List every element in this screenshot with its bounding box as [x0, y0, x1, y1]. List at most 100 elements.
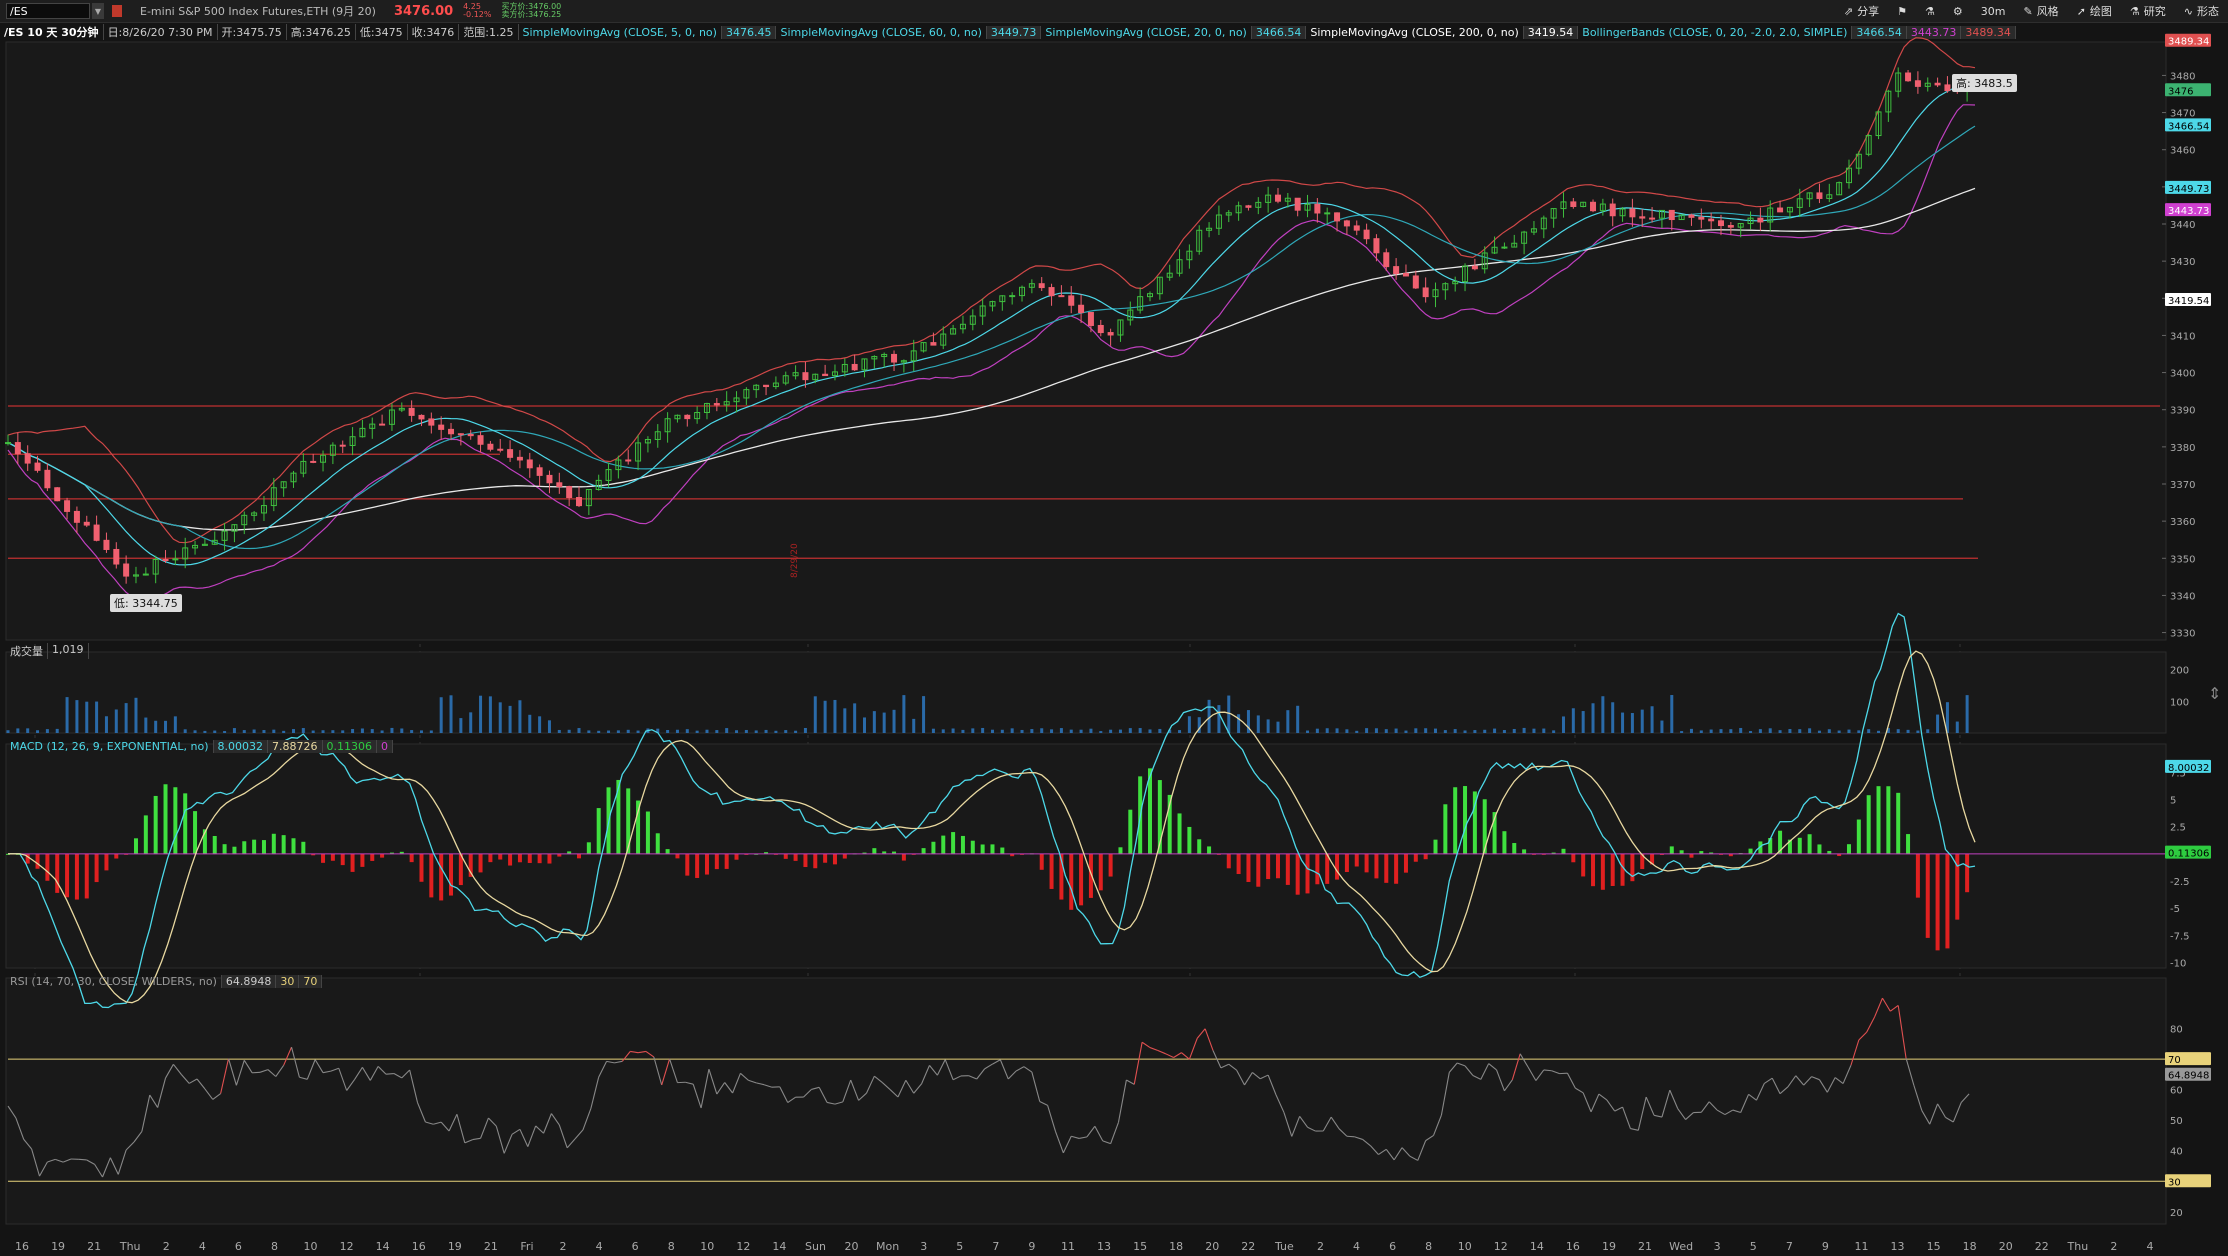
macd-histogram-bar [1915, 853, 1920, 898]
rsi-oversold: 30 [276, 975, 300, 988]
macd-title[interactable]: MACD (12, 26, 9, EXPONENTIAL, no) [6, 740, 214, 753]
panel-frame [5, 41, 2167, 641]
macd-histogram-bar [281, 835, 286, 854]
volume-bar [1306, 730, 1310, 733]
volume-bar [803, 727, 807, 733]
svg-text:3476: 3476 [2168, 86, 2193, 97]
volume-bar [715, 730, 719, 733]
macd-histogram-bar [793, 853, 798, 861]
volume-bar [1552, 730, 1556, 733]
macd-histogram-bar [1098, 853, 1103, 891]
time-tick-label: 7 [992, 1240, 999, 1253]
volume-bar [144, 717, 148, 733]
candle-body [467, 433, 474, 437]
volume-bar [351, 729, 355, 733]
macd-histogram-bar [1591, 853, 1596, 887]
macd-tick-label: -5 [2170, 904, 2180, 915]
time-tick-label: 21 [87, 1240, 101, 1253]
macd-histogram-bar [695, 853, 700, 878]
macd-histogram-bar [1679, 850, 1684, 854]
price-tick-label: 3370 [2170, 480, 2195, 491]
candle-body [103, 539, 110, 550]
volume-bar [1158, 728, 1162, 733]
volume-bar [380, 730, 384, 733]
time-tick-label: 4 [596, 1240, 603, 1253]
volume-bar [1138, 728, 1142, 733]
chart-canvas[interactable]: i 34803470346034503440343034203410340033… [0, 0, 2228, 1256]
volume-bar [912, 718, 916, 733]
macd-histogram-bar [291, 838, 296, 854]
time-tick-label: 2 [2110, 1240, 2117, 1253]
candle-body [1363, 229, 1370, 240]
volume-bar [1109, 729, 1113, 733]
rsi-segment [385, 1072, 394, 1075]
panel-frames [5, 41, 2167, 1225]
volume-bar [547, 720, 551, 733]
macd-histogram-bar [980, 844, 985, 854]
volume-bar [882, 712, 886, 733]
panel-resize-handle[interactable]: ⇕ [2208, 684, 2221, 703]
price-badge: 0.11306 [2165, 845, 2211, 860]
time-tick-label: Fri [520, 1240, 533, 1253]
time-tick-label: 2 [560, 1240, 567, 1253]
volume-bar [764, 729, 768, 733]
macd-histogram-bar [1423, 853, 1428, 860]
volume-bar [961, 729, 965, 733]
macd-histogram-bar [675, 853, 680, 859]
macd-histogram-bar [970, 840, 975, 854]
volume-bar [459, 718, 463, 733]
macd-histogram-bar [1413, 853, 1418, 862]
volume-bar [981, 727, 985, 733]
macd-histogram-bar [1246, 853, 1251, 882]
macd-histogram-bar [655, 833, 660, 854]
candle-body [1501, 246, 1508, 249]
macd-histogram-bar [45, 853, 50, 881]
macd-histogram-bar [1335, 853, 1340, 880]
volume-bar [685, 729, 689, 733]
volume-bar [1463, 730, 1467, 733]
candle-body [83, 521, 90, 526]
volume-bar [1867, 729, 1871, 733]
rsi-tick-label: 20 [2170, 1208, 2183, 1219]
macd-histogram-bar [1187, 826, 1192, 854]
price-badge: 3443.73 [2165, 203, 2211, 217]
volume-bar [55, 728, 59, 733]
macd-histogram-bar [212, 835, 217, 854]
macd-histogram-bar [1502, 831, 1507, 854]
macd-histogram-bar [301, 841, 306, 854]
rsi-title[interactable]: RSI (14, 70, 30, CLOSE, WILDERS, no) [6, 975, 222, 988]
svg-text:3419.54: 3419.54 [2168, 296, 2209, 307]
volume-bar [1473, 730, 1477, 733]
time-tick-label: 5 [1750, 1240, 1757, 1253]
volume-bar [990, 729, 994, 733]
macd-histogram-bar [104, 853, 109, 871]
macd-histogram-bar [65, 853, 70, 898]
price-tick-label: 3400 [2170, 369, 2195, 380]
macd-histogram-bar [498, 853, 503, 860]
candle-body [851, 363, 858, 371]
macd-histogram-bar [1197, 839, 1202, 854]
price-tick-label: 3440 [2170, 220, 2195, 231]
macd-histogram-bar [1965, 853, 1970, 893]
volume-bar [1571, 708, 1575, 733]
macd-histogram-bar [665, 849, 670, 854]
candle-body [1097, 324, 1104, 334]
macd-histogram-bar [1236, 853, 1241, 875]
volume-bar [1512, 728, 1516, 733]
price-badge: 3466.54 [2165, 118, 2211, 132]
volume-bar [1699, 730, 1703, 733]
volume-bar [577, 728, 581, 733]
volume-bar [567, 729, 571, 733]
macd-histogram-bar [1384, 853, 1389, 883]
candle-body [1038, 283, 1045, 289]
macd-histogram-bar [1797, 837, 1802, 854]
candle-body [73, 510, 80, 523]
volume-bar [1493, 728, 1497, 733]
volume-bar [1237, 714, 1241, 733]
volume-bar [922, 696, 926, 733]
volume-bar [784, 730, 788, 733]
volume-bar [754, 730, 758, 733]
volume-bar [892, 709, 896, 733]
volume-bar [794, 730, 798, 733]
time-tick-label: 5 [956, 1240, 963, 1253]
